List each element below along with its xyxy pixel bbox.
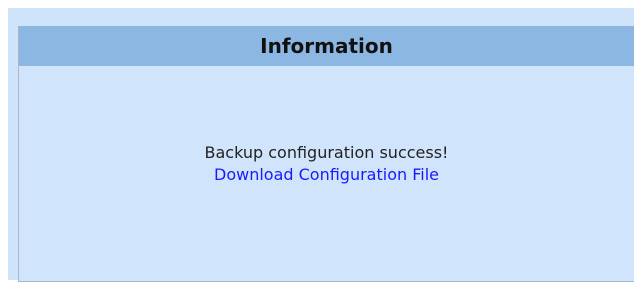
panel-header: Information: [19, 26, 634, 66]
download-configuration-link[interactable]: Download Configuration File: [214, 164, 439, 186]
panel-title: Information: [260, 34, 393, 58]
success-message: Backup configuration success!: [204, 142, 449, 162]
information-panel: Information Backup configuration success…: [18, 26, 634, 282]
panel-body: Backup configuration success! Download C…: [19, 66, 634, 281]
